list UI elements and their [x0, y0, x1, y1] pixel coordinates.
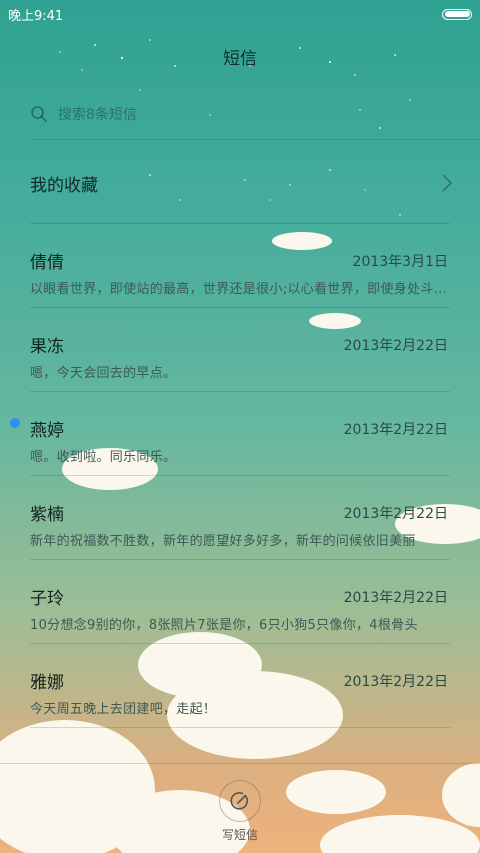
divider — [30, 727, 450, 728]
thread-row[interactable]: 子玲 2013年2月22日 10分想念9别的你，8张照片7张是你，6只小狗5只像… — [30, 566, 450, 650]
thread-name: 果冻 — [30, 337, 64, 357]
favorites-row[interactable]: 我的收藏 — [30, 160, 452, 206]
thread-date: 2013年2月22日 — [343, 338, 448, 354]
status-time: 晚上9:41 — [8, 8, 64, 24]
search-icon — [31, 106, 47, 122]
thread-preview: 新年的祝福数不胜数，新年的愿望好多好多，新年的问候依旧美丽 — [30, 534, 416, 549]
compose-icon — [230, 792, 249, 810]
compose-label: 写短信 — [221, 828, 258, 842]
divider — [30, 307, 450, 308]
thread-preview: 以眼看世界，即使站的最高，世界还是很小;以心看世界，即使身处斗室，世界也是很大 — [30, 282, 448, 297]
divider — [30, 643, 450, 644]
chevron-right-icon — [442, 174, 452, 192]
divider — [30, 391, 450, 392]
page-title: 短信 — [223, 49, 257, 69]
thread-date: 2013年3月1日 — [352, 254, 448, 270]
thread-preview: 嗯。收到啦。同乐同乐。 — [30, 450, 177, 465]
thread-date: 2013年2月22日 — [343, 674, 448, 690]
thread-date: 2013年2月22日 — [343, 590, 448, 606]
thread-name: 紫楠 — [30, 505, 64, 525]
battery-icon — [442, 8, 472, 20]
thread-row[interactable]: 燕婷 2013年2月22日 嗯。收到啦。同乐同乐。 — [30, 398, 450, 482]
thread-date: 2013年2月22日 — [343, 506, 448, 522]
thread-row[interactable]: 紫楠 2013年2月22日 新年的祝福数不胜数，新年的愿望好多好多，新年的问候依… — [30, 482, 450, 566]
divider — [30, 139, 480, 140]
divider — [30, 223, 450, 224]
thread-date: 2013年2月22日 — [343, 422, 448, 438]
search-placeholder: 搜索8条短信 — [58, 107, 137, 123]
thread-name: 燕婷 — [30, 421, 64, 441]
compose-button[interactable] — [219, 780, 261, 822]
thread-name: 雅娜 — [30, 673, 64, 693]
divider — [30, 475, 450, 476]
thread-row[interactable]: 雅娜 2013年2月22日 今天周五晚上去团建吧，走起！ — [30, 650, 450, 734]
thread-preview: 10分想念9别的你，8张照片7张是你，6只小狗5只像你，4根骨头 — [30, 618, 418, 633]
status-bar: 晚上9:41 — [0, 0, 480, 28]
divider — [30, 559, 450, 560]
bottom-bar-divider — [0, 763, 480, 764]
thread-name: 子玲 — [30, 589, 64, 609]
thread-row[interactable]: 果冻 2013年2月22日 嗯，今天会回去的早点。 — [30, 314, 450, 398]
thread-preview: 今天周五晚上去团建吧，走起！ — [30, 702, 217, 717]
favorites-label: 我的收藏 — [30, 175, 98, 196]
thread-preview: 嗯，今天会回去的早点。 — [30, 366, 177, 381]
search-input[interactable]: 搜索8条短信 — [30, 100, 450, 128]
unread-indicator — [10, 418, 20, 428]
thread-row[interactable]: 倩倩 2013年3月1日 以眼看世界，即使站的最高，世界还是很小;以心看世界，即… — [30, 230, 450, 314]
thread-name: 倩倩 — [30, 253, 64, 273]
